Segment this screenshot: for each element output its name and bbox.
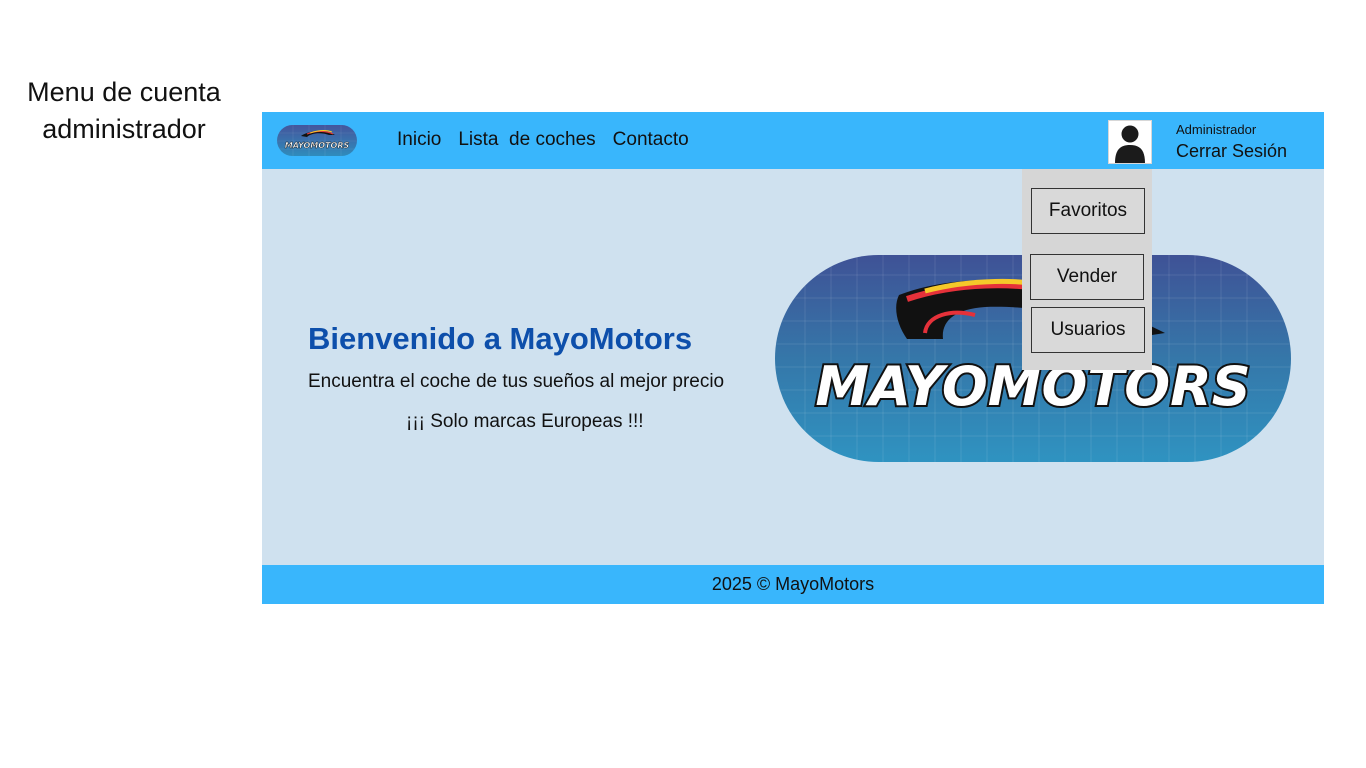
nav-link-inicio[interactable]: Inicio bbox=[397, 129, 441, 153]
hero-subtitle: Encuentra el coche de tus sueños al mejo… bbox=[308, 371, 725, 392]
logout-link[interactable]: Cerrar Sesión bbox=[1176, 141, 1287, 162]
footer-text: 2025 © MayoMotors bbox=[711, 574, 875, 594]
user-avatar[interactable] bbox=[1108, 120, 1152, 164]
user-role: Administrador bbox=[1176, 122, 1257, 137]
site-logo[interactable]: MAYOMOTORS bbox=[277, 125, 357, 156]
menu-item-vender[interactable]: Vender bbox=[1030, 254, 1144, 300]
nav-links: Inicio Lista de coches Contacto bbox=[397, 129, 706, 153]
hero-note: ¡¡¡ Solo marcas Europeas !!! bbox=[406, 411, 644, 432]
nav-link-lista-coches[interactable]: Lista de coches bbox=[458, 129, 595, 153]
caption-line-1: Menu de cuenta bbox=[27, 77, 221, 107]
car-logo-icon: MAYOMOTORS bbox=[277, 125, 357, 156]
menu-item-favoritos[interactable]: Favoritos bbox=[1031, 188, 1145, 234]
account-dropdown-menu: Favoritos Vender Usuarios bbox=[1022, 169, 1152, 370]
hero-section: Bienvenido a MayoMotors Encuentra el coc… bbox=[262, 169, 1324, 565]
hero-title: Bienvenido a MayoMotors bbox=[308, 321, 693, 356]
site-mockup: MAYOMOTORS Inicio Lista de coches Contac… bbox=[262, 112, 1324, 604]
user-silhouette-icon bbox=[1115, 125, 1145, 163]
menu-item-usuarios[interactable]: Usuarios bbox=[1031, 307, 1145, 353]
footer: 2025 © MayoMotors bbox=[262, 565, 1324, 604]
page-caption: Menu de cuenta administrador bbox=[0, 74, 248, 148]
nav-link-contacto[interactable]: Contacto bbox=[613, 129, 689, 153]
logo-text: MAYOMOTORS bbox=[285, 141, 350, 150]
navbar: MAYOMOTORS Inicio Lista de coches Contac… bbox=[262, 112, 1324, 169]
caption-line-2: administrador bbox=[42, 114, 206, 144]
